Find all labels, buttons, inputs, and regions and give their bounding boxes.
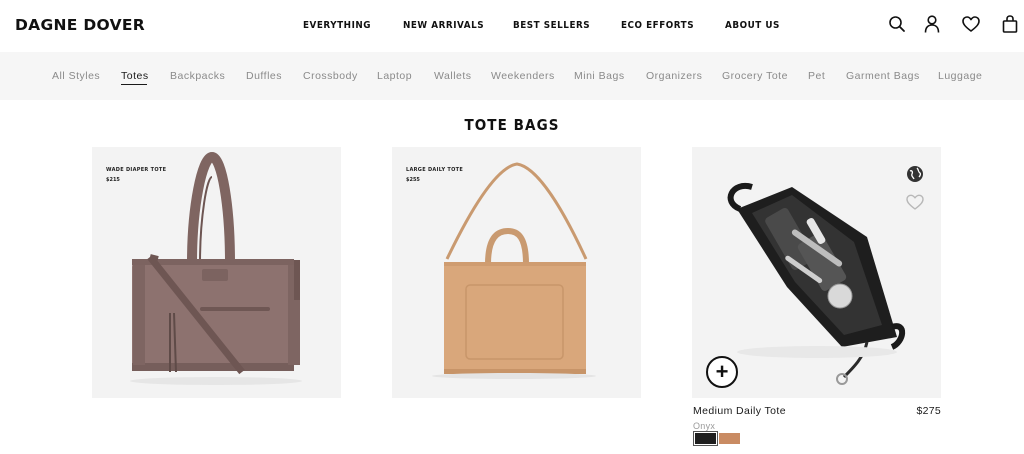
category-mini-bags[interactable]: Mini Bags [574, 70, 625, 82]
product-price: $275 [916, 405, 941, 417]
page-title: TOTE BAGS [464, 116, 560, 134]
wishlist-heart-icon[interactable] [961, 14, 981, 34]
site-header: DAGNE DOVER EVERYTHING NEW ARRIVALS BEST… [0, 0, 1024, 52]
category-wallets[interactable]: Wallets [434, 70, 472, 82]
category-grocery-tote[interactable]: Grocery Tote [722, 70, 788, 82]
nav-eco-efforts[interactable]: ECO EFFORTS [621, 20, 694, 31]
color-swatch-onyx[interactable] [693, 431, 718, 446]
product-image-large-daily-tote [432, 162, 596, 379]
nav-everything[interactable]: EVERYTHING [303, 20, 371, 31]
cart-bag-icon[interactable] [1000, 14, 1020, 34]
product-price: $215 [106, 177, 120, 183]
product-price: $255 [406, 177, 420, 183]
product-name[interactable]: Medium Daily Tote [693, 405, 786, 417]
category-all-styles[interactable]: All Styles [52, 70, 100, 82]
product-card-medium-daily-tote[interactable]: + [692, 147, 941, 398]
product-image-wade-diaper-tote [130, 151, 302, 385]
category-pet[interactable]: Pet [808, 70, 825, 82]
product-label: WADE DIAPER TOTE [106, 167, 167, 173]
product-label: LARGE DAILY TOTE [406, 167, 464, 173]
category-duffles[interactable]: Duffles [246, 70, 282, 82]
category-crossbody[interactable]: Crossbody [303, 70, 358, 82]
category-luggage[interactable]: Luggage [938, 70, 982, 82]
add-to-wishlist-heart-icon[interactable] [905, 193, 925, 211]
nav-best-sellers[interactable]: BEST SELLERS [513, 20, 590, 31]
product-card-wade-diaper-tote[interactable]: WADE DIAPER TOTE $215 [92, 147, 341, 398]
quick-add-button[interactable]: + [706, 356, 738, 388]
product-color-name: Onyx [693, 421, 716, 431]
active-category-underline [121, 84, 147, 85]
category-organizers[interactable]: Organizers [646, 70, 702, 82]
globe-icon[interactable] [906, 165, 924, 183]
search-icon[interactable] [887, 14, 907, 34]
category-weekenders[interactable]: Weekenders [491, 70, 555, 82]
category-totes[interactable]: Totes [121, 70, 149, 82]
category-filter-bar: All Styles Totes Backpacks Duffles Cross… [0, 52, 1024, 100]
nav-about-us[interactable]: ABOUT US [725, 20, 780, 31]
account-icon[interactable] [922, 14, 942, 34]
category-backpacks[interactable]: Backpacks [170, 70, 225, 82]
plus-icon: + [715, 359, 729, 384]
category-garment-bags[interactable]: Garment Bags [846, 70, 920, 82]
main-navigation: EVERYTHING NEW ARRIVALS BEST SELLERS ECO… [0, 20, 1024, 34]
category-laptop[interactable]: Laptop [377, 70, 412, 82]
color-swatch-tan[interactable] [719, 433, 740, 444]
nav-new-arrivals[interactable]: NEW ARRIVALS [403, 20, 484, 31]
product-card-large-daily-tote[interactable]: LARGE DAILY TOTE $255 [392, 147, 641, 398]
